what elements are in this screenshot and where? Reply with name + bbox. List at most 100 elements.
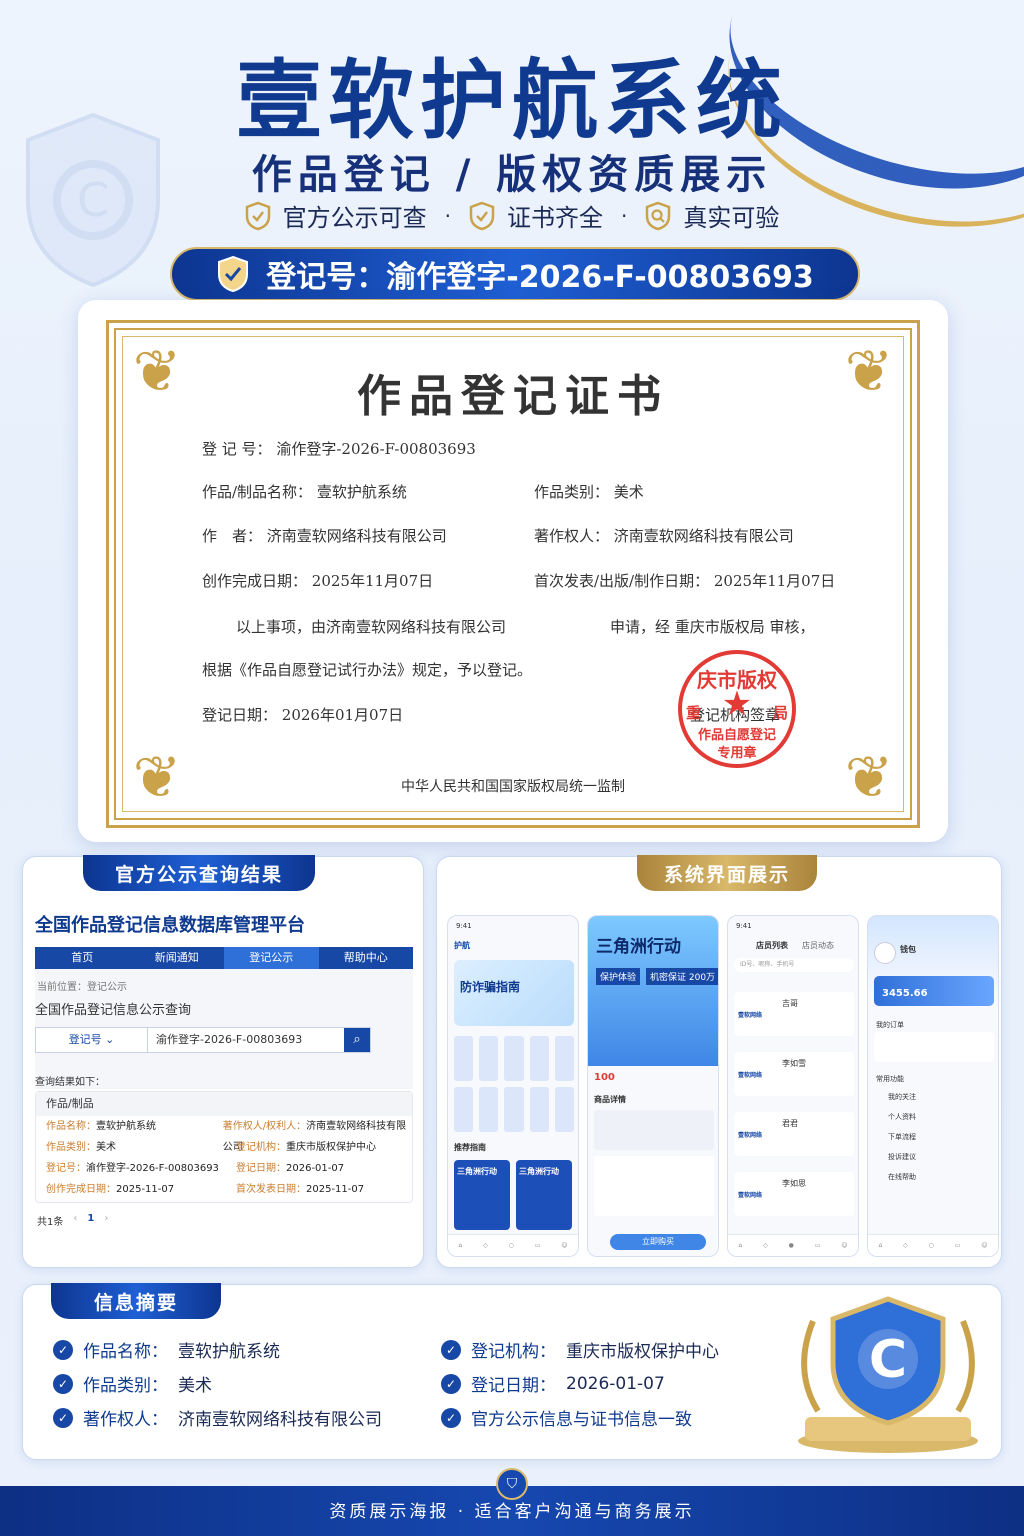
cert-label: 作 者： [202, 527, 263, 545]
game-card-title: 三角洲行动 [519, 1167, 559, 1176]
table-row: 创作完成日期：2025-11-07 首次发表日期：2025-11-07 [36, 1179, 412, 1200]
avatar[interactable] [874, 942, 896, 964]
staff-name: 李如雪 [782, 1059, 806, 1068]
pager-total: 共1条 [37, 1217, 64, 1228]
cert-value: 济南壹软网络科技有限公司 [266, 527, 447, 545]
game-card[interactable]: 三角洲行动 [516, 1160, 572, 1230]
home-icon[interactable]: ⌂ [738, 1242, 742, 1249]
banner-card[interactable]: 防诈骗指南 [454, 960, 574, 1026]
footer-shield-icon: ⛉ [496, 1468, 528, 1500]
tab-icon[interactable]: ○ [509, 1242, 514, 1249]
user-icon[interactable]: ☺ [561, 1242, 567, 1249]
row-key: 登记号： [46, 1163, 86, 1174]
menu-item[interactable]: 个人资料 [888, 1112, 916, 1122]
tab-staff-list[interactable]: 店员列表 [756, 940, 788, 951]
staff-card[interactable]: 李如思 壹软网络 [734, 1172, 854, 1216]
cert-value: 2025年11月07日 [311, 572, 434, 590]
registration-number-banner: 登记号：渝作登字-2026-F-00803693 [170, 247, 860, 301]
tab-staff-feed[interactable]: 店员动态 [802, 940, 834, 951]
search-input[interactable]: 渝作登字-2026-F-00803693 [148, 1028, 344, 1052]
product-detail-tab: 商品详情 [594, 1095, 626, 1104]
tab-icon[interactable]: ◇ [763, 1242, 768, 1249]
tab-icon[interactable]: ◇ [483, 1242, 488, 1249]
grid-icon[interactable] [479, 1087, 499, 1132]
grid-icon[interactable] [529, 1036, 549, 1081]
summary-key: 官方公示信息与证书信息一致 [471, 1410, 692, 1430]
home-icon[interactable]: ⌂ [458, 1242, 462, 1249]
app-title: 护航 [454, 941, 470, 950]
menu-item[interactable]: 投诉建议 [888, 1152, 916, 1162]
badge-label: 证书齐全 [507, 204, 603, 232]
search-title: 全国作品登记信息公示查询 [35, 1003, 192, 1018]
grid-icon[interactable] [454, 1087, 474, 1132]
wallet-card[interactable]: 3455.66 [874, 976, 994, 1006]
menu-item[interactable]: 我的关注 [888, 1092, 916, 1102]
grid-icon[interactable] [454, 1036, 474, 1081]
game-card[interactable]: 三角洲行动 [454, 1160, 510, 1230]
pager-prev-icon[interactable]: ‹ [73, 1213, 77, 1228]
grid-icon[interactable] [529, 1087, 549, 1132]
banner-title: 防诈骗指南 [460, 980, 521, 994]
nav-news[interactable]: 新闻通知 [130, 947, 225, 969]
badge-label: 真实可验 [683, 204, 780, 232]
table-row: 作品类别：美术 登记机构：重庆市版权保护中心 [36, 1137, 412, 1158]
staff-name: 吉哥 [782, 999, 798, 1008]
tab-icon[interactable]: ▭ [535, 1242, 541, 1249]
nav-home[interactable]: 首页 [35, 947, 130, 969]
user-icon[interactable]: ☺ [981, 1242, 987, 1249]
pager-next-icon[interactable]: › [104, 1213, 108, 1228]
tab-icon[interactable]: ● [789, 1242, 794, 1249]
summary-item: ✓ 著作权人： 济南壹软网络科技有限公司 [53, 1405, 382, 1430]
cert-author-row: 作 者： 济南壹软网络科技有限公司 [202, 525, 447, 546]
summary-key: 著作权人： [83, 1410, 168, 1430]
cert-owner-row: 著作权人： 济南壹软网络科技有限公司 [534, 525, 794, 546]
tab-icon[interactable]: ▭ [955, 1242, 961, 1249]
buy-button[interactable]: 立即购买 [610, 1234, 706, 1250]
pager-current[interactable]: 1 [87, 1213, 94, 1228]
menu-item[interactable]: 在线帮助 [888, 1172, 916, 1182]
nav-help[interactable]: 帮助中心 [319, 947, 414, 969]
status-time: 9:41 [736, 922, 752, 930]
check-icon: ✓ [441, 1339, 461, 1360]
grid-icon[interactable] [504, 1087, 524, 1132]
tab-icon[interactable]: ○ [929, 1242, 934, 1249]
staff-card[interactable]: 李如雪 壹软网络 [734, 1052, 854, 1096]
table-header: 作品/制品 [36, 1092, 412, 1116]
nav-registration[interactable]: 登记公示 [224, 947, 319, 969]
menu-item[interactable]: 下单流程 [888, 1132, 916, 1142]
grid-icon[interactable] [504, 1036, 524, 1081]
bottom-tab-bar: ⌂ ◇ ○ ▭ ☺ [868, 1234, 998, 1256]
review-list [594, 1156, 714, 1216]
row-key: 首次发表日期： [236, 1184, 306, 1195]
summary-item: ✓ 官方公示信息与证书信息一致 [441, 1405, 692, 1430]
tab-icon[interactable]: ▭ [815, 1242, 821, 1249]
badge-official: 官方公示可查 [245, 198, 427, 233]
panel-tab: 信息摘要 [51, 1283, 221, 1319]
search-type-select[interactable]: 登记号 ⌄ [36, 1028, 148, 1052]
staff-card[interactable]: 君君 壹软网络 [734, 1112, 854, 1156]
cert-statement-part1: 以上事项，由济南壹软网络科技有限公司 [236, 618, 507, 636]
row-value: 2025-11-07 [116, 1184, 175, 1195]
order-shortcuts [874, 1032, 994, 1062]
cert-value: 2025年11月07日 [713, 572, 836, 590]
feature-badges: 官方公示可查 · 证书齐全 · 真实可验 [0, 198, 1024, 233]
grid-icon[interactable] [554, 1087, 574, 1132]
product-title: 三角洲行动 [596, 937, 681, 957]
menu-orders[interactable]: 我的订单 [876, 1020, 904, 1030]
check-icon: ✓ [53, 1407, 73, 1428]
grid-icon[interactable] [554, 1036, 574, 1081]
summary-key: 登记日期： [471, 1376, 556, 1396]
cert-statement-line2: 根据《作品自愿登记试行办法》规定，予以登记。 [202, 661, 533, 679]
staff-search-input[interactable]: ID号、昵称、手机号 [734, 958, 854, 972]
tab-icon[interactable]: ◇ [903, 1242, 908, 1249]
cert-publish-date-row: 首次发表/出版/制作日期： 2025年11月07日 [534, 570, 835, 591]
staff-card[interactable]: 吉哥 壹软网络 [734, 992, 854, 1036]
summary-key: 作品名称： [83, 1342, 168, 1362]
home-icon[interactable]: ⌂ [878, 1242, 882, 1249]
search-button[interactable]: ⌕ [344, 1028, 370, 1052]
select-value: 登记号 [68, 1033, 102, 1046]
user-icon[interactable]: ☺ [841, 1242, 847, 1249]
grid-icon[interactable] [479, 1036, 499, 1081]
staff-brand: 壹软网络 [738, 1072, 763, 1079]
result-table: 作品/制品 作品名称：壹软护航系统 著作权人/权利人：济南壹软网络科技有限公司 … [35, 1091, 413, 1203]
